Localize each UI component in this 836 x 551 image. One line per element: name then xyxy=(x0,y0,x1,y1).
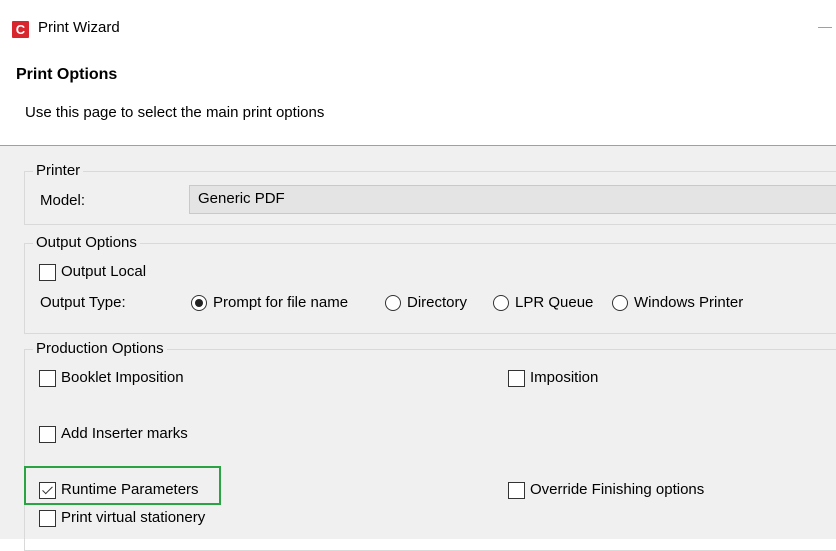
runtime-parameters-checkbox[interactable] xyxy=(39,482,56,499)
page-description: Use this page to select the main print o… xyxy=(25,104,325,121)
runtime-parameters-label[interactable]: Runtime Parameters xyxy=(61,480,199,500)
model-label: Model: xyxy=(40,192,86,209)
radio-prompt-for-file-name-label[interactable]: Prompt for file name xyxy=(213,293,348,313)
override-finishing-options-label[interactable]: Override Finishing options xyxy=(530,480,704,500)
output-type-label: Output Type: xyxy=(40,294,126,311)
output-local-label[interactable]: Output Local xyxy=(61,262,146,282)
radio-lpr-queue-label[interactable]: LPR Queue xyxy=(515,293,593,313)
imposition-checkbox[interactable] xyxy=(508,370,525,387)
production-options-group-label: Production Options xyxy=(33,339,167,359)
imposition-label[interactable]: Imposition xyxy=(530,368,598,388)
page-title: Print Options xyxy=(16,66,118,83)
title-bar: C Print Wizard — xyxy=(0,0,836,60)
output-options-group-label: Output Options xyxy=(33,233,140,253)
model-select[interactable]: Generic PDF xyxy=(189,185,836,214)
minimize-button[interactable]: — xyxy=(818,18,832,34)
override-finishing-options-checkbox[interactable] xyxy=(508,482,525,499)
radio-prompt-for-file-name[interactable] xyxy=(191,295,207,311)
window-title: Print Wizard xyxy=(38,19,120,36)
options-panel: Printer Model: Generic PDF Output Option… xyxy=(0,146,836,551)
radio-windows-printer-label[interactable]: Windows Printer xyxy=(634,293,743,313)
radio-directory[interactable] xyxy=(385,295,401,311)
output-options-group: Output Options xyxy=(24,233,836,334)
print-virtual-stationery-checkbox[interactable] xyxy=(39,510,56,527)
wizard-header: Print Options Use this page to select th… xyxy=(0,60,836,145)
add-inserter-marks-label[interactable]: Add Inserter marks xyxy=(61,424,188,444)
radio-lpr-queue[interactable] xyxy=(493,295,509,311)
radio-directory-label[interactable]: Directory xyxy=(407,293,467,313)
booklet-imposition-label[interactable]: Booklet Imposition xyxy=(61,368,184,388)
booklet-imposition-checkbox[interactable] xyxy=(39,370,56,387)
output-local-checkbox[interactable] xyxy=(39,264,56,281)
print-virtual-stationery-label[interactable]: Print virtual stationery xyxy=(61,508,205,528)
radio-windows-printer[interactable] xyxy=(612,295,628,311)
add-inserter-marks-checkbox[interactable] xyxy=(39,426,56,443)
app-logo-icon: C xyxy=(12,21,29,38)
model-value: Generic PDF xyxy=(198,190,285,207)
printer-group-label: Printer xyxy=(33,161,84,181)
